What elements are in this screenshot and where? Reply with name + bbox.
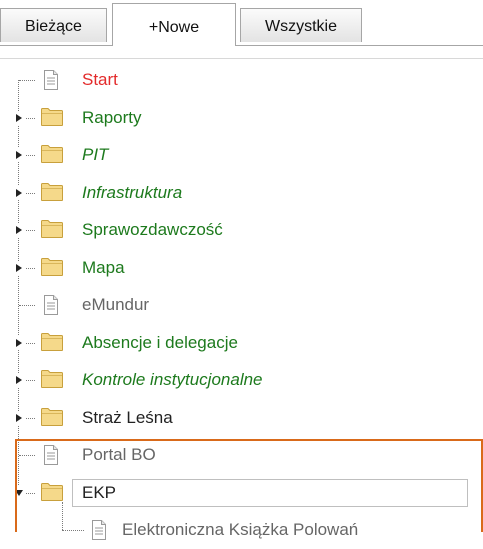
tree-item-label: Raporty: [82, 107, 142, 127]
tree-connector-branch: [19, 80, 35, 81]
tab-baseline: [0, 45, 483, 46]
navigation-tree: Start Raporty PIT Infrastruktura Sprawozdawc…: [0, 58, 483, 540]
tab-label: Bieżące: [25, 17, 82, 35]
folder-icon: [40, 369, 64, 391]
tree-item-label: Sprawozdawczość: [82, 220, 223, 239]
tree-item-label: Absencje i delegacje: [82, 332, 238, 352]
tree-item-label: eMundur: [82, 295, 150, 314]
tree-item-label: EKP: [82, 482, 117, 502]
tree-item-label: PIT: [82, 145, 109, 164]
document-icon: [42, 444, 66, 466]
triangle-right-icon[interactable]: [12, 148, 26, 162]
triangle-right-icon[interactable]: [12, 223, 26, 237]
folder-icon: [40, 144, 64, 166]
folder-icon: [40, 332, 64, 354]
tree-item-portal-bo[interactable]: Portal BO: [0, 437, 483, 474]
tree-item-label: Kontrole instytucjonalne: [82, 370, 263, 389]
tab-biezace[interactable]: Bieżące: [0, 8, 107, 42]
folder-icon: [40, 257, 64, 279]
tree-item-mapa[interactable]: Mapa: [0, 250, 483, 287]
tree-connector-branch: [62, 530, 84, 531]
tree-item-kontrole-instytucjonalne[interactable]: Kontrole instytucjonalne: [0, 362, 483, 399]
document-icon: [42, 294, 66, 316]
document-icon: [90, 519, 114, 541]
triangle-right-icon[interactable]: [12, 185, 26, 200]
tree-item-sprawozdawczosc[interactable]: Sprawozdawczość: [0, 212, 483, 249]
tree-item-absencje-i-delegacje[interactable]: Absencje i delegacje: [0, 325, 483, 362]
tree-connector-branch: [19, 455, 35, 456]
tree-item-raporty[interactable]: Raporty: [0, 100, 483, 137]
tree-item-label: Infrastruktura: [82, 182, 183, 202]
tree-item-ekp[interactable]: EKP: [0, 475, 483, 512]
tab-label: +Nowe: [148, 19, 200, 36]
document-icon: [42, 69, 66, 91]
tab-bar: Bieżące +Nowe Wszystkie: [0, 0, 483, 47]
triangle-right-icon[interactable]: [12, 110, 26, 125]
tab-label: Wszystkie: [265, 17, 337, 35]
tree-item-label: Straż Leśna: [82, 407, 173, 427]
triangle-down-icon[interactable]: [12, 485, 26, 500]
tree-connector-branch: [19, 305, 35, 306]
folder-icon: [40, 107, 64, 129]
tree-item-elektroniczna-ksiazka-polowan[interactable]: Elektroniczna Książka Polowań: [0, 502, 483, 549]
tree-item-label: Mapa: [82, 257, 125, 277]
tree-item-label: Elektroniczna Książka Polowań: [122, 520, 359, 539]
folder-icon: [40, 482, 64, 504]
triangle-right-icon[interactable]: [12, 260, 26, 275]
folder-icon: [40, 407, 64, 429]
tree-connector-line: [62, 502, 63, 530]
tree-item-label: Start: [82, 70, 118, 89]
tab-nowe[interactable]: +Nowe: [112, 3, 236, 47]
triangle-right-icon[interactable]: [12, 335, 26, 350]
tree-item-infrastruktura[interactable]: Infrastruktura: [0, 175, 483, 212]
tree-item-straz-lesna[interactable]: Straż Leśna: [0, 400, 483, 437]
tab-wszystkie[interactable]: Wszystkie: [240, 8, 362, 42]
tree-item-pit[interactable]: PIT: [0, 137, 483, 174]
folder-icon: [40, 182, 64, 204]
triangle-right-icon[interactable]: [12, 410, 26, 425]
tree-item-start[interactable]: Start: [0, 62, 483, 99]
folder-icon: [40, 219, 64, 241]
tree-item-label: Portal BO: [82, 445, 156, 464]
triangle-right-icon[interactable]: [12, 373, 26, 387]
tree-item-emundur[interactable]: eMundur: [0, 287, 483, 324]
